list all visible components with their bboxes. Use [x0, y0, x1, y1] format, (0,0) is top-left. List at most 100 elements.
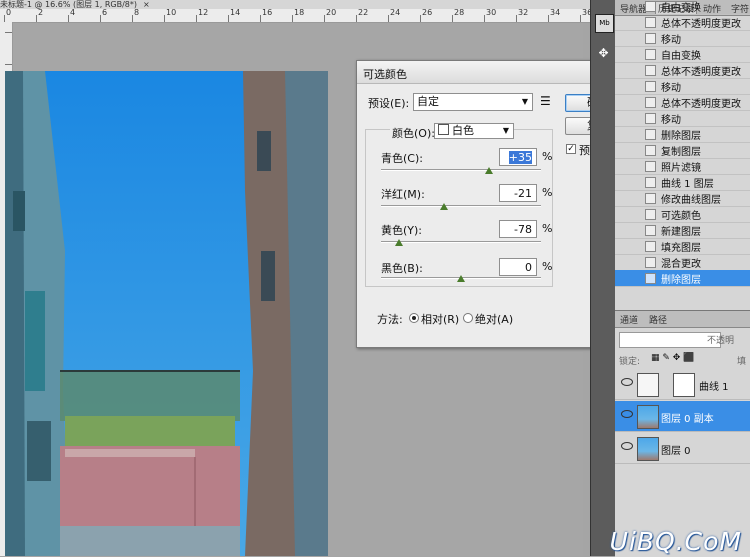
colors-select[interactable]: 白色 ▼ [434, 123, 514, 139]
ruler-top[interactable]: 024681012141618202224262830323436 [0, 9, 590, 23]
layer-row-base[interactable]: 图层 0 [615, 433, 750, 464]
black-label: 黑色(B): [381, 262, 423, 275]
ruler-number: 0 [6, 9, 12, 17]
preset-options-icon[interactable]: ☰ [540, 94, 551, 108]
magenta-slider-track[interactable] [381, 205, 541, 207]
history-item[interactable]: 移动 [615, 110, 750, 127]
layer-name: 图层 0 [661, 446, 691, 457]
ruler-number: 36 [582, 9, 590, 17]
preset-value: 自定 [417, 95, 439, 108]
black-input[interactable]: 0 [499, 258, 537, 276]
black-slider-thumb[interactable] [457, 275, 465, 282]
history-step-icon [645, 145, 656, 156]
history-item[interactable]: 混合更改 [615, 254, 750, 271]
history-item[interactable]: 修改曲线图层 [615, 190, 750, 207]
brush-icon[interactable]: ✥ [595, 46, 612, 63]
cyan-input[interactable]: +35 [499, 148, 537, 166]
magenta-slider-thumb[interactable] [440, 203, 449, 210]
method-label: 方法: [377, 313, 403, 326]
history-item[interactable]: 自由变换 [615, 46, 750, 63]
document-tab-title: 未标题-1 @ 16.6% (图层 1, RGB/8*) [0, 0, 138, 9]
yellow-slider-thumb[interactable] [394, 239, 403, 246]
history-item[interactable]: 可选颜色 [615, 206, 750, 223]
history-item[interactable]: 移动 [615, 30, 750, 47]
history-item-label: 混合更改 [661, 259, 701, 270]
magenta-label: 洋红(M): [381, 188, 425, 201]
curves-adjust-icon [637, 373, 659, 397]
yellow-input[interactable]: -78 [499, 220, 537, 238]
ruler-number: 16 [262, 9, 273, 17]
history-item[interactable]: 总体不透明度更改 [615, 62, 750, 79]
history-item-label: 可选颜色 [661, 211, 701, 222]
colors-value: 白色 [452, 124, 474, 137]
ruler-number: 10 [166, 9, 177, 17]
history-step-icon [645, 129, 656, 140]
history-item[interactable]: 移动 [615, 78, 750, 95]
history-item[interactable]: 新建图层 [615, 222, 750, 239]
fill-label: 填 [737, 357, 747, 367]
history-item[interactable]: 曲线 1 图层 [615, 174, 750, 191]
history-step-icon [645, 81, 656, 92]
tab-paths[interactable]: 路径 [649, 313, 667, 326]
history-item-label: 曲线 1 图层 [661, 179, 714, 190]
method-absolute-radio[interactable] [463, 313, 473, 323]
mini-bridge-icon[interactable]: Mb [595, 14, 614, 33]
magenta-percent: % [542, 186, 553, 199]
history-item[interactable]: 总体不透明度更改 [615, 94, 750, 111]
history-item[interactable]: 删除图层 [615, 126, 750, 143]
eye-icon[interactable] [621, 378, 633, 386]
cyan-percent: % [542, 150, 553, 163]
lock-icons[interactable]: ▦ ✎ ✥ ⬛ [651, 353, 694, 363]
history-item[interactable]: 总体不透明度更改 [615, 14, 750, 31]
history-step-icon [645, 97, 656, 108]
history-step-icon [645, 177, 656, 188]
opacity-label: 不透明 [707, 336, 735, 346]
ruler-number: 8 [134, 9, 140, 17]
lock-label: 锁定: [619, 357, 641, 367]
black-percent: % [542, 260, 553, 273]
preset-select[interactable]: 自定 ▼ [413, 93, 533, 111]
history-step-icon [645, 33, 656, 44]
eye-icon[interactable] [621, 442, 633, 450]
history-item-label: 删除图层 [661, 275, 701, 286]
tab-channels[interactable]: 通道 [620, 313, 638, 326]
blend-mode-select[interactable] [619, 332, 721, 348]
history-item[interactable]: 照片滤镜 [615, 158, 750, 175]
ruler-number: 4 [70, 9, 76, 17]
preview-checkbox[interactable]: ✓ [566, 144, 576, 154]
method-relative-radio[interactable] [409, 313, 419, 323]
history-item[interactable]: 复制图层 [615, 142, 750, 159]
preset-label: 预设(E): [368, 97, 410, 110]
history-step-icon [645, 49, 656, 60]
eye-icon[interactable] [621, 410, 633, 418]
ruler-number: 12 [198, 9, 209, 17]
history-item-label: 自由变换 [661, 51, 701, 62]
history-step-icon [645, 241, 656, 252]
yellow-percent: % [542, 222, 553, 235]
yellow-slider-track[interactable] [381, 241, 541, 243]
history-item[interactable]: 填充图层 [615, 238, 750, 255]
yellow-label: 黄色(Y): [381, 224, 423, 237]
cyan-slider-thumb[interactable] [485, 167, 493, 174]
history-item[interactable]: 删除图层 [615, 270, 750, 287]
history-panel: 导航器 历史记录 动作 字符 自由变换 总体不透明度更改 移动 自由变换 总体不透明度更… [615, 0, 750, 310]
panel-icon-strip: Mb ✥ [590, 0, 616, 556]
history-step-icon [645, 257, 656, 268]
history-item-label: 照片滤镜 [661, 163, 701, 174]
layer-row-copy[interactable]: 图层 0 副本 [615, 401, 750, 432]
cyan-slider-track[interactable] [381, 169, 541, 171]
ruler-number: 34 [550, 9, 561, 17]
layer-thumbnail [637, 437, 659, 461]
history-item-label: 总体不透明度更改 [661, 99, 741, 110]
history-item-label: 填充图层 [661, 243, 701, 254]
chevron-down-icon: ▼ [521, 97, 528, 106]
layer-row-curves[interactable]: 曲线 1 [615, 369, 750, 400]
document-tab-close[interactable]: × [143, 0, 150, 9]
history-item[interactable]: 自由变换 [615, 0, 750, 15]
chevron-down-icon: ▼ [502, 126, 509, 135]
magenta-input[interactable]: -21 [499, 184, 537, 202]
history-step-icon [645, 193, 656, 204]
ruler-number: 26 [422, 9, 433, 17]
photo-canvas[interactable] [5, 71, 328, 556]
history-step-icon [645, 17, 656, 28]
